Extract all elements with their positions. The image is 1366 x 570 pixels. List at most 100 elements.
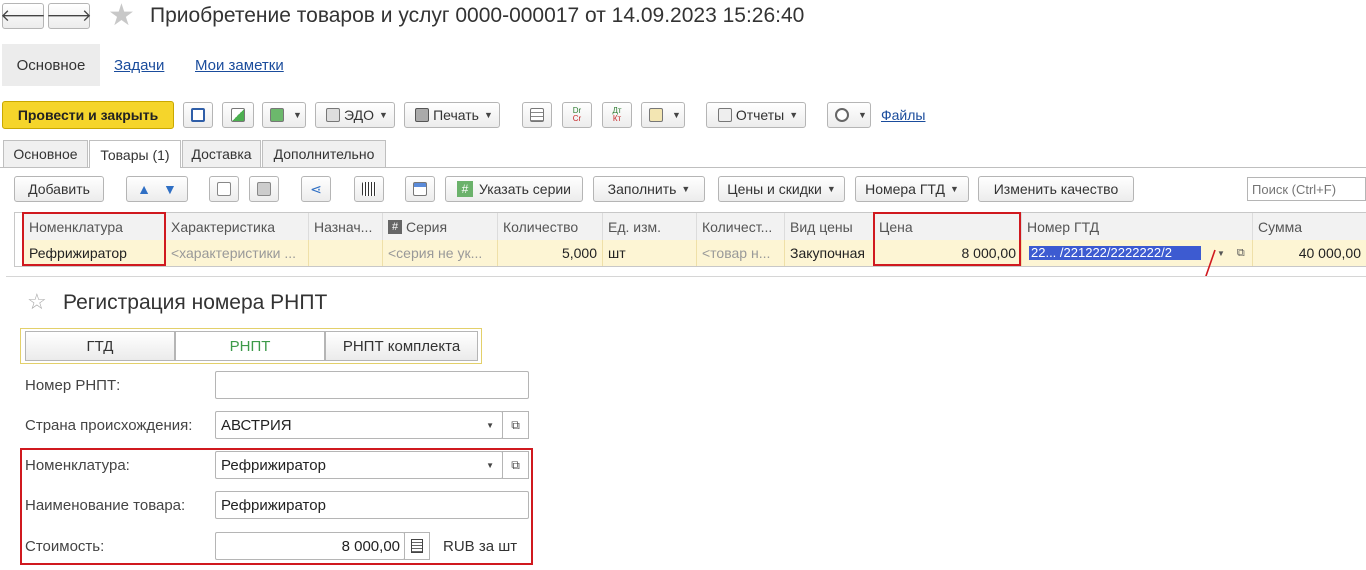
save-button[interactable] xyxy=(183,102,213,128)
favorite-star-icon[interactable]: ★ xyxy=(108,1,135,31)
post-button[interactable] xyxy=(222,102,254,128)
mode-rnpt-kit[interactable]: РНПТ комплекта xyxy=(325,331,478,361)
mode-rnpt[interactable]: РНПТ xyxy=(175,331,325,361)
calculator-button[interactable] xyxy=(404,532,430,560)
back-button[interactable]: 🡐 xyxy=(0,3,46,29)
rnpt-label: Номер РНПТ: xyxy=(25,377,121,394)
cost-unit: RUB за шт xyxy=(443,538,518,555)
cell-characteristic[interactable]: <характеристики ... xyxy=(166,240,309,266)
rnpt-input[interactable] xyxy=(215,371,529,399)
edo-icon xyxy=(326,108,341,122)
tab-additional[interactable]: Дополнительно xyxy=(262,140,386,167)
select-items-button[interactable] xyxy=(405,176,435,202)
paste-button[interactable] xyxy=(249,176,279,202)
copy-icon xyxy=(217,182,231,196)
col-sum[interactable]: Сумма xyxy=(1253,213,1366,240)
mode-gtd[interactable]: ГТД xyxy=(25,331,175,361)
prices-discounts-button[interactable]: Цены и скидки ▼ xyxy=(718,176,845,202)
cell-unit[interactable]: шт xyxy=(603,240,697,266)
set-series-button[interactable]: # Указать серии xyxy=(445,176,583,202)
tab-main[interactable]: Основное xyxy=(3,140,88,167)
nomenclature-select[interactable]: Рефрижиратор ▼ xyxy=(215,451,503,479)
attach-document-button[interactable]: ▼ xyxy=(641,102,685,128)
attachments-button[interactable]: ▼ xyxy=(827,102,871,128)
fill-button[interactable]: Заполнить ▼ xyxy=(593,176,705,202)
move-up-down-buttons[interactable]: ▲ ▼ xyxy=(126,176,188,202)
col-quantity[interactable]: Количество xyxy=(498,213,603,240)
rnpt-dialog xyxy=(6,276,1366,570)
print-button[interactable]: Печать ▼ xyxy=(404,102,500,128)
col-unit[interactable]: Ед. изм. xyxy=(603,213,697,240)
cell-nomenclature[interactable]: Рефрижиратор xyxy=(24,240,166,266)
open-window-icon: ⧉ xyxy=(511,457,520,472)
cost-input[interactable]: 8 000,00 xyxy=(215,532,405,560)
cell-price-type[interactable]: Закупочная xyxy=(785,240,874,266)
hash-icon: # xyxy=(388,219,402,234)
barcode-button[interactable] xyxy=(354,176,384,202)
open-window-icon: ⧉ xyxy=(511,417,520,432)
section-main[interactable]: Основное xyxy=(2,44,100,86)
open-window-icon[interactable]: ⧉ xyxy=(1237,247,1245,260)
open-country-button[interactable]: ⧉ xyxy=(502,411,529,439)
dialog-star-icon[interactable]: ☆ xyxy=(27,289,47,315)
chevron-down-icon[interactable]: ▼ xyxy=(486,421,494,430)
paperclip-icon xyxy=(835,108,850,122)
dt-ct-button[interactable]: Dr Cr xyxy=(562,102,592,128)
section-tasks[interactable]: Задачи xyxy=(114,57,164,74)
files-link[interactable]: Файлы xyxy=(881,107,925,123)
cell-sum[interactable]: 40 000,00 xyxy=(1253,240,1366,266)
barcode-icon xyxy=(362,182,376,196)
series-icon: # xyxy=(456,181,473,197)
change-quality-button[interactable]: Изменить качество xyxy=(978,176,1134,202)
country-label: Страна происхождения: xyxy=(25,417,193,434)
share-icon: ⋖ xyxy=(310,180,322,197)
cell-quantity2[interactable]: <товар н... xyxy=(697,240,785,266)
save-icon xyxy=(191,108,205,122)
col-price-type[interactable]: Вид цены xyxy=(785,213,874,240)
forward-button[interactable]: 🡒 xyxy=(46,3,92,29)
checklist-icon xyxy=(413,182,427,196)
nomenclature-label: Номенклатура: xyxy=(25,457,130,474)
col-quantity2[interactable]: Количест... xyxy=(697,213,785,240)
col-nomenclature[interactable]: Номенклатура xyxy=(24,213,166,240)
col-purpose[interactable]: Назнач... xyxy=(309,213,383,240)
open-nomenclature-button[interactable]: ⧉ xyxy=(502,451,529,479)
search-input[interactable] xyxy=(1247,177,1366,201)
section-notes[interactable]: Мои заметки xyxy=(195,57,284,74)
cell-series[interactable]: <серия не ук... xyxy=(383,240,498,266)
tab-goods[interactable]: Товары (1) xyxy=(89,140,181,168)
document-clock-icon xyxy=(649,108,664,122)
copy-row-button[interactable] xyxy=(209,176,239,202)
country-select[interactable]: АВСТРИЯ ▼ xyxy=(215,411,503,439)
cell-purpose[interactable] xyxy=(309,240,383,266)
dt-kt-button[interactable]: Дт Кт xyxy=(602,102,632,128)
gtd-selected-text: 22... /221222/2222222/2 xyxy=(1029,246,1201,260)
product-name-input[interactable]: Рефрижиратор xyxy=(215,491,529,519)
col-characteristic[interactable]: Характеристика xyxy=(166,213,309,240)
chevron-down-icon[interactable]: ▼ xyxy=(486,461,494,470)
tab-delivery[interactable]: Доставка xyxy=(182,140,261,167)
split-row-button[interactable]: ⋖ xyxy=(301,176,331,202)
journal-icon xyxy=(530,108,544,122)
printer-icon xyxy=(415,108,430,122)
cell-price[interactable]: 8 000,00 xyxy=(874,240,1022,266)
journal-button[interactable] xyxy=(522,102,552,128)
arrow-down-icon[interactable]: ▼ xyxy=(163,181,177,197)
gtd-numbers-button[interactable]: Номера ГТД ▼ xyxy=(855,176,969,202)
post-and-close-button[interactable]: Провести и закрыть xyxy=(2,101,174,129)
create-based-icon xyxy=(270,108,285,122)
product-name-label: Наименование товара: xyxy=(25,497,186,514)
add-button[interactable]: Добавить xyxy=(14,176,104,202)
col-gtd-number[interactable]: Номер ГТД xyxy=(1022,213,1253,240)
create-based-on-button[interactable]: ▼ xyxy=(262,102,306,128)
reports-button[interactable]: Отчеты ▼ xyxy=(706,102,806,128)
dialog-title: Регистрация номера РНПТ xyxy=(63,291,328,314)
cell-quantity[interactable]: 5,000 xyxy=(498,240,603,266)
arrow-up-icon[interactable]: ▲ xyxy=(137,181,151,197)
cr-label: Cr xyxy=(572,114,582,123)
post-document-icon xyxy=(231,108,245,122)
edo-button[interactable]: ЭДО ▼ xyxy=(315,102,395,128)
col-series[interactable]: # Серия xyxy=(383,213,498,240)
tab-divider xyxy=(0,167,1366,168)
col-price[interactable]: Цена xyxy=(874,213,1022,240)
